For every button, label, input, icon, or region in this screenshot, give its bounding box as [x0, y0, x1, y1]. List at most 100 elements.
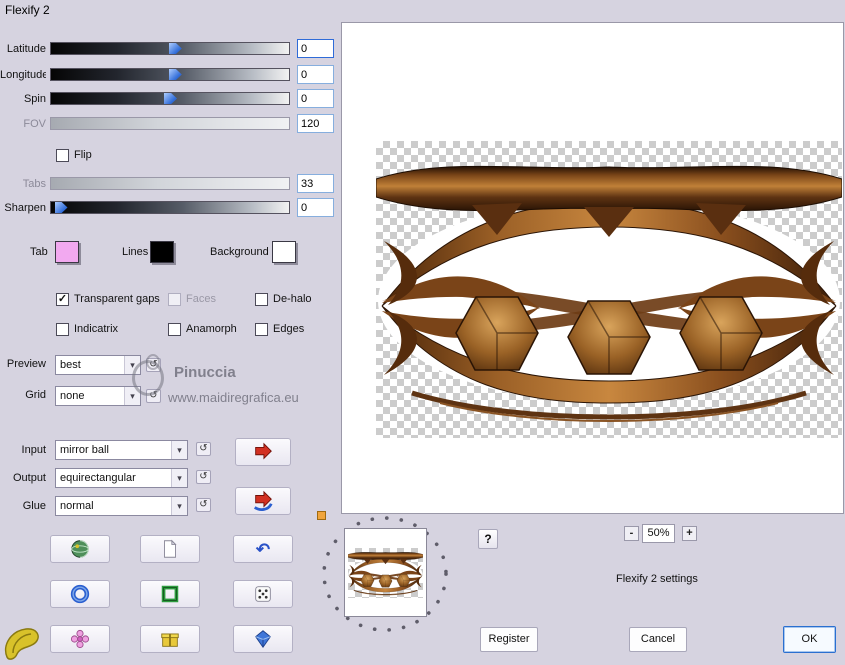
- reset-icon: ↺: [199, 499, 208, 510]
- edges-checkbox-box: [255, 322, 268, 336]
- output-dropdown[interactable]: equirectangular ▾: [55, 468, 188, 488]
- fov-value-input[interactable]: [297, 114, 334, 133]
- thumbnail-artwork: [348, 551, 423, 596]
- faces-checkbox[interactable]: Faces: [168, 292, 216, 306]
- glue-reset-button[interactable]: ↺: [196, 498, 211, 512]
- check-icon: ✓: [57, 292, 68, 305]
- random-button[interactable]: [233, 580, 293, 608]
- faces-label: Faces: [186, 293, 216, 305]
- transparent-gaps-label: Transparent gaps: [74, 293, 160, 305]
- output-reset-button[interactable]: ↺: [196, 470, 211, 484]
- reset-icon: ↺: [199, 443, 208, 454]
- globe-icon: [71, 540, 89, 558]
- sharpen-label: Sharpen: [4, 202, 46, 214]
- preview-pane: [341, 22, 844, 514]
- zoom-level[interactable]: 50%: [642, 524, 675, 543]
- preview-dropdown[interactable]: best ▾: [55, 355, 141, 375]
- undo-button[interactable]: ↶: [233, 535, 293, 563]
- tabs-value-input[interactable]: [297, 174, 334, 193]
- frame-button[interactable]: [140, 580, 200, 608]
- red-arrow-icon: [255, 442, 272, 460]
- sharpen-row: Sharpen: [0, 198, 340, 221]
- gift-icon: [161, 633, 179, 647]
- plus-icon: +: [686, 527, 693, 539]
- navigator-handle-icon: [317, 511, 326, 520]
- help-button[interactable]: ?: [478, 529, 498, 549]
- tabs-slider[interactable]: [50, 177, 290, 190]
- longitude-slider[interactable]: [50, 68, 290, 81]
- transparent-gaps-checkbox[interactable]: ✓ Transparent gaps: [56, 292, 160, 306]
- spin-value-input[interactable]: [297, 89, 334, 108]
- de-halo-checkbox-box: [255, 292, 268, 306]
- input-reset-button[interactable]: ↺: [196, 442, 211, 456]
- flexify-dialog: Flexify 2 Latitude Longitude Spin FOV Ta…: [0, 0, 845, 665]
- fov-label: FOV: [23, 118, 46, 130]
- blank-page-button[interactable]: [140, 535, 200, 563]
- de-halo-label: De-halo: [273, 293, 312, 305]
- latitude-value-input[interactable]: [297, 39, 334, 58]
- tabs-label: Tabs: [22, 178, 46, 190]
- ring-icon: [70, 584, 90, 604]
- undo-arrow-icon: ↶: [255, 539, 271, 559]
- transparent-gaps-checkbox-box: ✓: [56, 292, 69, 306]
- sharpen-value-input[interactable]: [297, 198, 334, 217]
- preview-dropdown-value: best: [60, 359, 81, 371]
- world-button[interactable]: [50, 535, 110, 563]
- cancel-button[interactable]: Cancel: [629, 627, 687, 652]
- spin-slider-thumb[interactable]: [164, 93, 177, 104]
- chevron-down-icon: ▾: [124, 387, 140, 405]
- background-color-swatch[interactable]: [272, 241, 296, 263]
- gift-button[interactable]: [140, 625, 200, 653]
- zoom-out-button[interactable]: -: [624, 526, 639, 541]
- preview-reset-button[interactable]: ↺: [146, 358, 161, 372]
- preview-image: [376, 141, 842, 438]
- preview-artwork: [376, 141, 842, 438]
- input-dropdown-label: Input: [21, 444, 46, 456]
- output-dropdown-label: Output: [12, 472, 46, 484]
- reset-icon: ↺: [149, 390, 158, 401]
- fov-slider[interactable]: [50, 117, 290, 130]
- edges-checkbox[interactable]: Edges: [255, 322, 304, 336]
- dice-icon: [255, 586, 271, 602]
- lines-swatch-label: Lines: [122, 246, 149, 258]
- latitude-slider-thumb[interactable]: [168, 43, 182, 54]
- edges-label: Edges: [273, 323, 305, 335]
- zoom-in-button[interactable]: +: [682, 526, 697, 541]
- longitude-row: Longitude: [0, 65, 340, 88]
- gem-button[interactable]: [233, 625, 293, 653]
- flower-button[interactable]: [50, 625, 110, 653]
- indicatrix-checkbox[interactable]: Indicatrix: [56, 322, 118, 336]
- indicatrix-checkbox-box: [56, 322, 69, 336]
- lines-color-swatch[interactable]: [150, 241, 174, 263]
- grid-reset-button[interactable]: ↺: [146, 389, 161, 403]
- watermark-name: Pinuccia: [174, 364, 236, 381]
- reset-icon: ↺: [149, 359, 158, 370]
- anamorph-checkbox[interactable]: Anamorph: [168, 322, 237, 336]
- ok-button[interactable]: OK: [783, 626, 836, 653]
- navigator-thumbnail[interactable]: [344, 528, 427, 617]
- grid-dropdown-label: Grid: [25, 389, 46, 401]
- latitude-slider[interactable]: [50, 42, 290, 55]
- grid-dropdown[interactable]: none ▾: [55, 386, 141, 406]
- watermark-url: www.maidiregrafica.eu: [168, 390, 299, 405]
- spin-slider[interactable]: [50, 92, 290, 105]
- sharpen-slider-thumb[interactable]: [54, 202, 68, 213]
- render-button[interactable]: [235, 438, 291, 466]
- tab-color-swatch[interactable]: [55, 241, 79, 263]
- flip-checkbox-box: [56, 148, 69, 162]
- longitude-slider-thumb[interactable]: [168, 69, 182, 80]
- register-button[interactable]: Register: [480, 627, 538, 652]
- minus-icon: -: [629, 527, 634, 539]
- ring-button[interactable]: [50, 580, 110, 608]
- render-swap-button[interactable]: [235, 487, 291, 515]
- output-dropdown-value: equirectangular: [60, 472, 136, 484]
- sharpen-slider[interactable]: [50, 201, 290, 214]
- flip-checkbox[interactable]: Flip: [56, 148, 92, 162]
- longitude-value-input[interactable]: [297, 65, 334, 84]
- glue-dropdown[interactable]: normal ▾: [55, 496, 188, 516]
- settings-status-text: Flexify 2 settings: [616, 573, 698, 585]
- flower-icon: [70, 629, 90, 649]
- tabs-row: Tabs: [0, 174, 340, 197]
- input-dropdown[interactable]: mirror ball ▾: [55, 440, 188, 460]
- de-halo-checkbox[interactable]: De-halo: [255, 292, 312, 306]
